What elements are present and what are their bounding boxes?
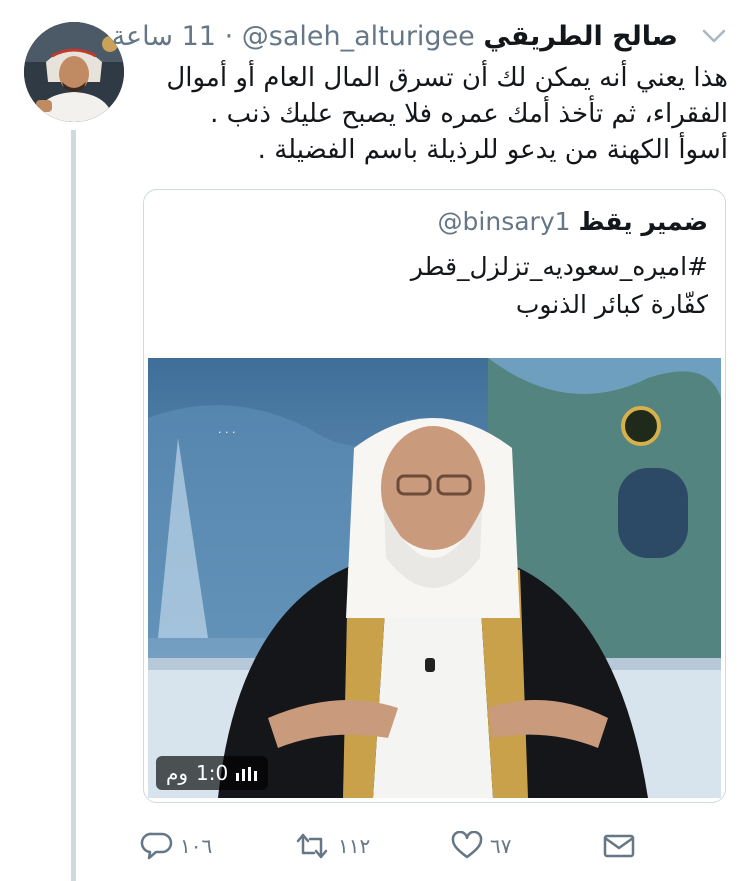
video-views: وم (166, 761, 189, 785)
author-handle[interactable]: @saleh_alturigee (242, 21, 475, 52)
video-player[interactable]: · · · وم 1:0 (148, 358, 721, 798)
thread-line (71, 130, 76, 881)
heart-icon (451, 831, 483, 859)
retweet-count: ١١٢ (338, 834, 371, 858)
quoted-header: ضمير يقظ @binsary1 (160, 204, 708, 240)
like-count: ٦٧ (490, 834, 512, 858)
like-button[interactable]: ٦٧ (450, 826, 511, 866)
video-thumbnail: · · · (148, 358, 721, 798)
svg-text:· · ·: · · · (218, 426, 235, 439)
retweet-icon (296, 833, 328, 859)
tweet-actions: ١٠٦ ١١٢ ٦٧ (140, 826, 640, 866)
quoted-author-handle: @binsary1 (437, 207, 571, 236)
quoted-text: #اميره_سعوديه_تزلزل_قطر كفّارة كبائر الذ… (410, 252, 708, 319)
author-name[interactable]: صالح الطريقي (483, 21, 678, 52)
reply-icon (140, 832, 173, 860)
quoted-tweet[interactable]: ضمير يقظ @binsary1 #اميره_سعوديه_تزلزل_ق… (143, 189, 726, 803)
retweet-button[interactable]: ١١٢ (292, 826, 370, 866)
chevron-down-icon[interactable] (700, 26, 728, 46)
video-badge: وم 1:0 (156, 756, 269, 790)
tweet-header: صالح الطريقي @saleh_alturigee · 11 ساعة (112, 18, 678, 56)
video-icon (236, 767, 258, 781)
video-duration: 1:0 (196, 761, 229, 785)
separator-dot: · (224, 21, 234, 52)
envelope-icon (603, 834, 635, 858)
tweet-text: هذا يعني أنه يمكن لك أن تسرق المال العام… (166, 63, 728, 165)
tweet-time[interactable]: 11 ساعة (112, 21, 216, 52)
reply-count: ١٠٦ (180, 834, 213, 858)
author-avatar[interactable] (24, 22, 124, 122)
avatar-photo (24, 22, 124, 122)
reply-button[interactable]: ١٠٦ (140, 826, 212, 866)
direct-message-button[interactable] (602, 826, 636, 866)
quoted-author-name: ضمير يقظ (578, 207, 708, 236)
